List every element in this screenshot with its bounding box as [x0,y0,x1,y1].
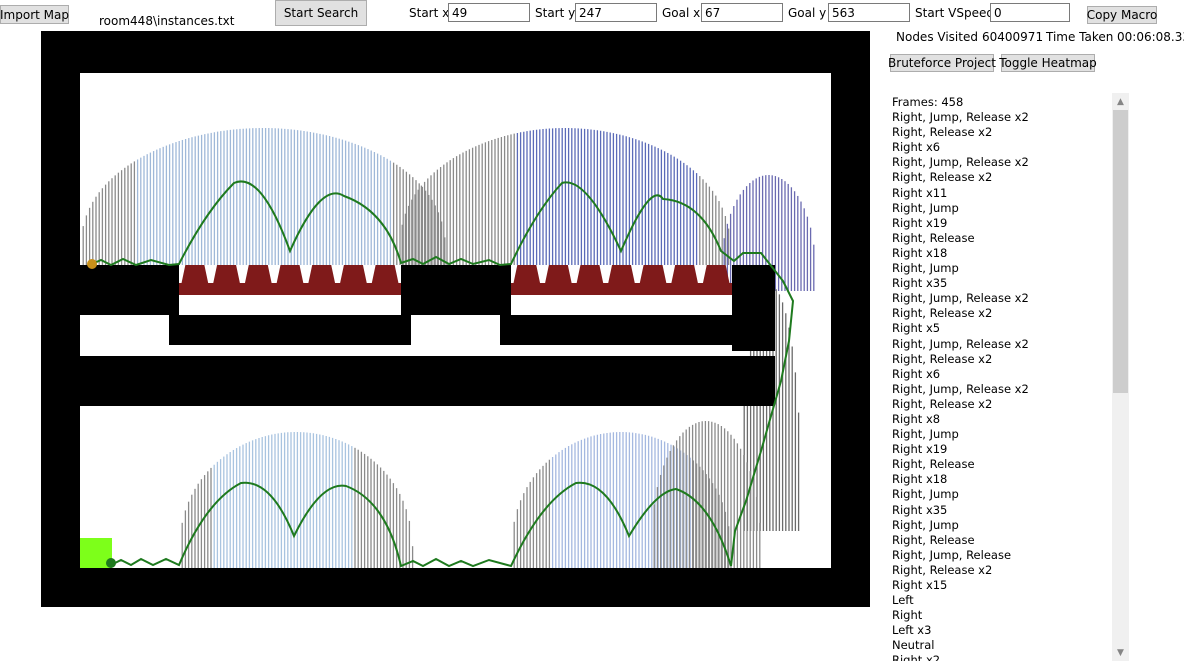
scroll-down-icon[interactable]: ▼ [1112,644,1129,661]
macro-list-item[interactable]: Right, Release x2 [892,352,1112,367]
macro-list-item[interactable]: Right, Release x2 [892,170,1112,185]
macro-list-item[interactable]: Right, Jump, Release x2 [892,155,1112,170]
macro-list-item[interactable]: Right x19 [892,442,1112,457]
macro-list-item[interactable]: Right x8 [892,412,1112,427]
macro-list-item[interactable]: Right x6 [892,140,1112,155]
map-canvas[interactable] [41,31,870,607]
file-path-label: room448\instances.txt [99,14,235,28]
start-y-input[interactable] [575,3,657,22]
floor-block [401,568,511,607]
macro-list-item[interactable]: Right, Release [892,457,1112,472]
floor-block [401,265,511,315]
macro-list-item[interactable]: Right x15 [892,578,1112,593]
macro-list-item[interactable]: Right, Jump [892,261,1112,276]
wall-top [41,31,870,73]
bruteforce-project-button[interactable]: Bruteforce Project [888,54,996,72]
nodes-visited-label: Nodes Visited [896,30,978,44]
macro-list-item[interactable]: Right x18 [892,472,1112,487]
macro-list-panel: Frames: 458 Right, Jump, Release x2 Right,… [888,93,1128,661]
nodes-visited-value: 60400971 [982,30,1044,44]
goal-y-input[interactable] [828,3,910,22]
macro-list-item[interactable]: Right, Release x2 [892,306,1112,321]
macro-list-item[interactable]: Left [892,593,1112,608]
spike-row [511,265,732,295]
start-marker [87,259,97,269]
macro-list: Frames: 458 Right, Jump, Release x2 Right,… [892,95,1112,661]
macro-list-item[interactable]: Right x35 [892,276,1112,291]
macro-list-item[interactable]: Right, Jump, Release [892,548,1112,563]
start-x-label: Start x [409,6,450,20]
floor-block [80,356,775,406]
floor-block [80,568,179,607]
player-marker [106,558,116,568]
macro-list-item[interactable]: Right x11 [892,186,1112,201]
toggle-heatmap-button[interactable]: Toggle Heatmap [999,54,1097,72]
macro-list-item[interactable]: Right x35 [892,503,1112,518]
macro-list-item[interactable]: Left x3 [892,623,1112,638]
macro-list-item[interactable]: Right, Release [892,231,1112,246]
heatmap-overlay [82,128,815,568]
macro-list-item[interactable]: Right, Release x2 [892,397,1112,412]
start-vspeed-input[interactable] [990,3,1070,22]
start-y-label: Start y [535,6,576,20]
time-taken-value: 00:06:08.33 [1117,30,1184,44]
macro-list-item[interactable]: Neutral [892,638,1112,653]
macro-list-item[interactable]: Right, Release [892,533,1112,548]
time-taken-label: Time Taken [1046,30,1114,44]
macro-list-item[interactable]: Right [892,608,1112,623]
scroll-thumb[interactable] [1113,110,1128,393]
spike-row [179,265,401,295]
start-x-input[interactable] [448,3,530,22]
goal-x-label: Goal x [662,6,701,20]
start-search-button[interactable]: Start Search [275,0,367,26]
macro-list-item[interactable]: Right, Jump [892,427,1112,442]
macro-list-item[interactable]: Right, Release x2 [892,563,1112,578]
wall-right [831,31,870,607]
macro-list-item[interactable]: Right, Jump [892,487,1112,502]
macro-list-item[interactable]: Right, Jump, Release x2 [892,110,1112,125]
goal-x-input[interactable] [701,3,783,22]
floor-block [732,265,775,351]
wall-left [41,31,80,607]
macro-list-scrollbar[interactable]: ▲ ▼ [1112,93,1129,661]
import-map-button[interactable]: Import Map [0,5,69,24]
macro-list-item[interactable]: Frames: 458 [892,95,1112,110]
macro-list-item[interactable]: Right, Jump, Release x2 [892,382,1112,397]
scroll-up-icon[interactable]: ▲ [1112,93,1129,110]
macro-list-item[interactable]: Right x19 [892,216,1112,231]
copy-macro-button[interactable]: Copy Macro [1087,6,1157,24]
start-vspeed-label: Start VSpeed [915,6,994,20]
macro-list-item[interactable]: Right, Jump [892,201,1112,216]
macro-list-item[interactable]: Right, Jump, Release x2 [892,291,1112,306]
floor-block [80,265,179,315]
macro-list-item[interactable]: Right, Jump [892,518,1112,533]
macro-list-item[interactable]: Right x18 [892,246,1112,261]
floor-block [732,568,831,607]
goal-y-label: Goal y [788,6,827,20]
macro-list-item[interactable]: Right, Release x2 [892,125,1112,140]
macro-list-item[interactable]: Right x6 [892,367,1112,382]
macro-list-item[interactable]: Right, Jump, Release x2 [892,337,1112,352]
floor-block [169,315,411,345]
macro-list-item[interactable]: Right x5 [892,321,1112,336]
macro-list-item[interactable]: Right x2 [892,653,1112,661]
